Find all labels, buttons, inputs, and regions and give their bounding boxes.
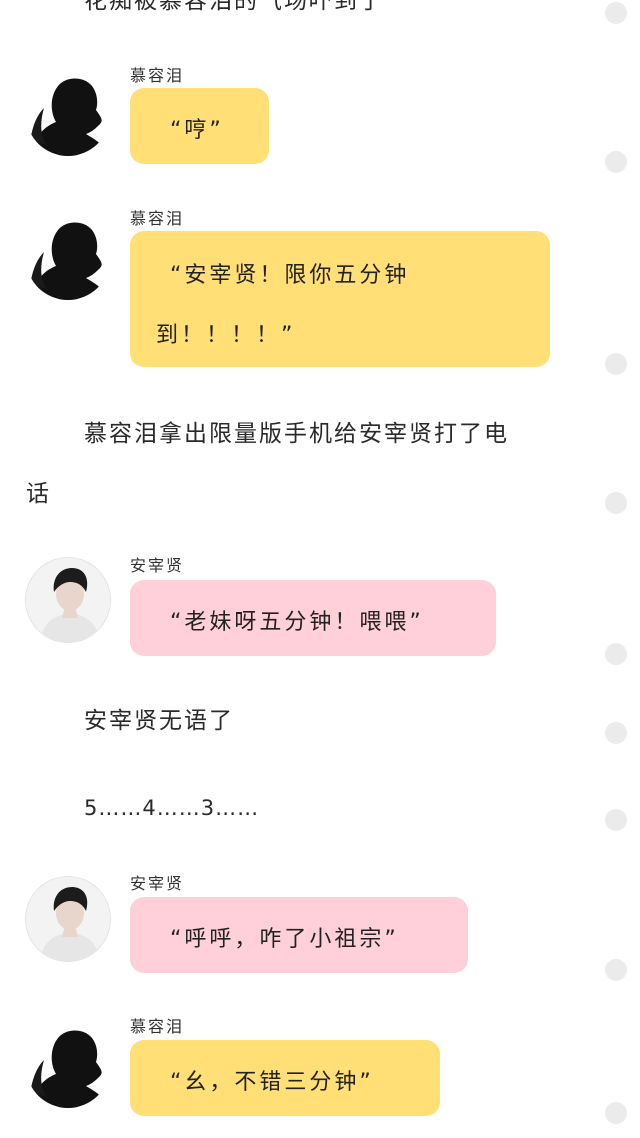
sender-name: 慕容泪: [130, 209, 185, 228]
message-bubble[interactable]: “老妹呀五分钟！喂喂”: [130, 580, 496, 656]
sender-name: 安宰贤: [130, 556, 185, 575]
decorative-dot: [605, 722, 627, 744]
message-bubble[interactable]: “呼呼，咋了小祖宗”: [130, 897, 468, 973]
female-silhouette-icon: [30, 222, 110, 300]
sender-name: 慕容泪: [130, 66, 185, 85]
sender-name: 慕容泪: [130, 1017, 185, 1036]
decorative-dot: [605, 809, 627, 831]
decorative-dot: [605, 959, 627, 981]
decorative-dot: [605, 643, 627, 665]
narration-countdown: 5……4……3……: [84, 796, 260, 820]
avatar[interactable]: [26, 72, 110, 156]
decorative-dot: [605, 1102, 627, 1124]
female-silhouette-icon: [30, 1030, 110, 1108]
avatar[interactable]: [26, 877, 110, 961]
avatar[interactable]: [26, 1024, 110, 1108]
avatar[interactable]: [26, 216, 110, 300]
narration-call-line1: 慕容泪拿出限量版手机给安宰贤打了电: [84, 421, 509, 447]
message-text: “老妹呀五分钟！喂喂”: [170, 610, 424, 635]
message-bubble[interactable]: “安宰贤！限你五分钟 到！！！！”: [130, 231, 550, 367]
avatar[interactable]: [26, 558, 110, 642]
decorative-dot: [605, 353, 627, 375]
message-text: “安宰贤！限你五分钟: [170, 263, 410, 288]
sender-name: 安宰贤: [130, 874, 185, 893]
message-bubble[interactable]: “幺，不错三分钟”: [130, 1040, 440, 1116]
male-portrait-icon: [26, 558, 110, 642]
message-text: “幺，不错三分钟”: [170, 1070, 374, 1095]
chat-story-page: 花痴被慕容泪的气场吓到了 慕容泪 “哼” 慕容泪 “安宰贤！限你五分钟 到！！！…: [0, 0, 640, 1138]
narration-speechless: 安宰贤无语了: [84, 708, 234, 734]
narration-top: 花痴被慕容泪的气场吓到了: [84, 0, 384, 14]
message-text: “呼呼，咋了小祖宗”: [170, 927, 399, 952]
decorative-dot: [605, 2, 627, 24]
message-bubble[interactable]: “哼”: [130, 88, 269, 164]
decorative-dot: [605, 492, 627, 514]
female-silhouette-icon: [30, 78, 110, 156]
message-text: 到！！！！”: [156, 323, 296, 348]
message-text: “哼”: [170, 118, 224, 143]
narration-call-line2: 话: [26, 481, 51, 507]
decorative-dot: [605, 151, 627, 173]
male-portrait-icon: [26, 877, 110, 961]
